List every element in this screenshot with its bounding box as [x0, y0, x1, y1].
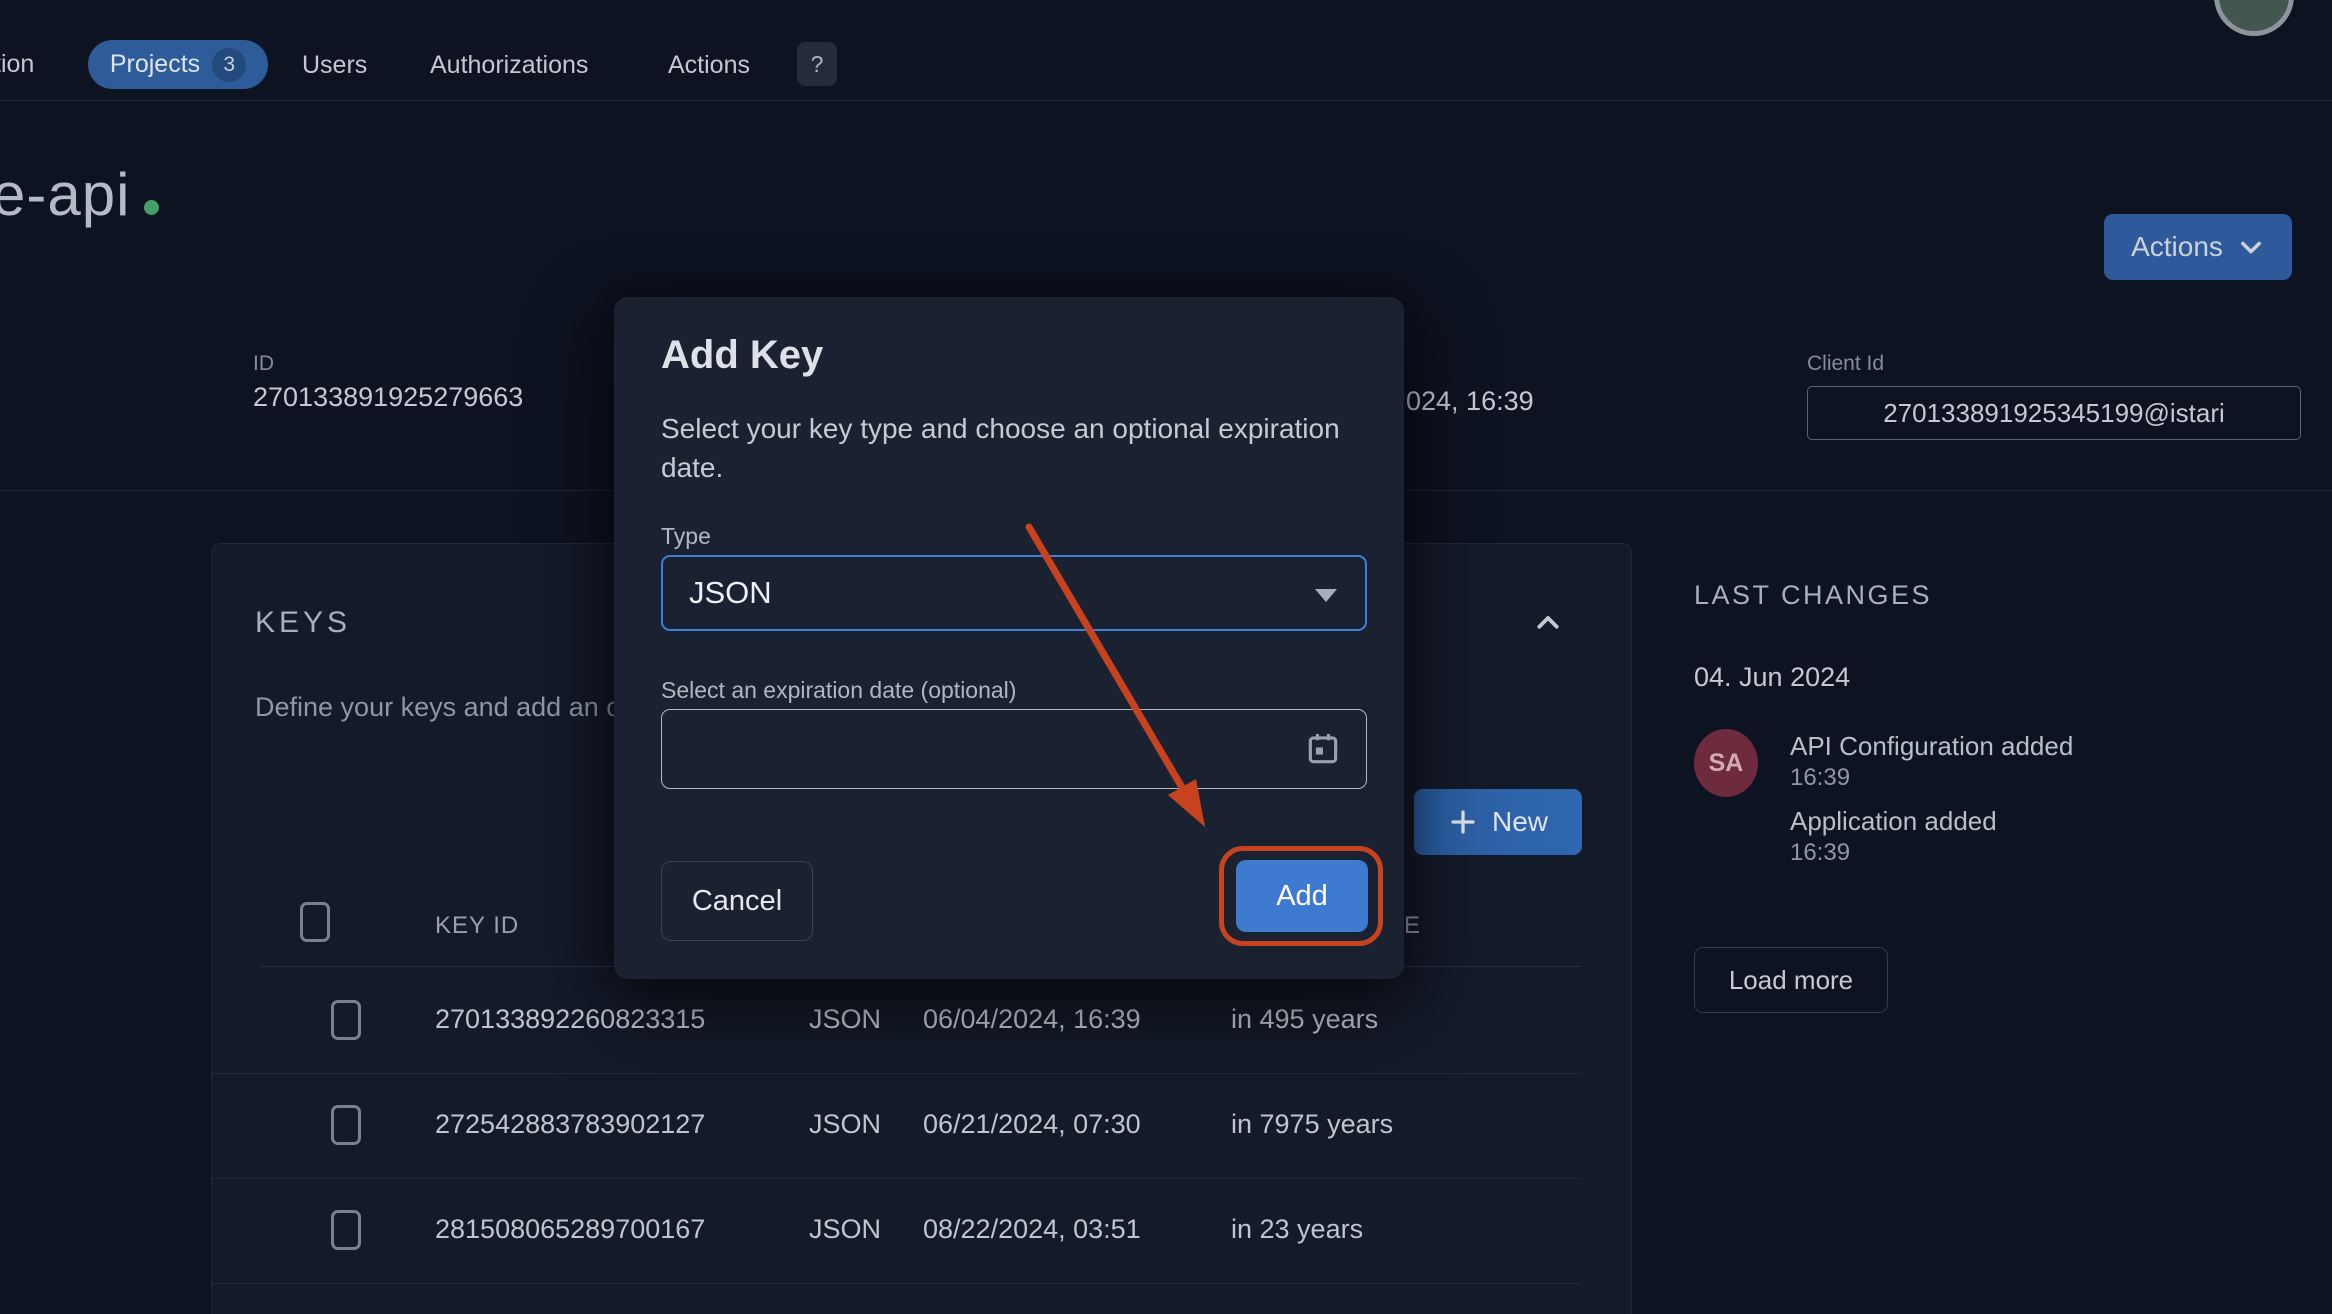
- top-nav: tion Projects 3 Users Authorizations Act…: [0, 0, 2332, 101]
- keys-panel-title: KEYS: [255, 606, 351, 640]
- expiration-date-input[interactable]: [661, 709, 1367, 789]
- user-avatar[interactable]: [2214, 0, 2294, 36]
- load-more-button[interactable]: Load more: [1694, 947, 1888, 1013]
- calendar-icon[interactable]: [1304, 730, 1342, 768]
- add-key-modal: Add Key Select your key type and choose …: [614, 297, 1404, 979]
- cell-expires: in 495 years: [1231, 1004, 1378, 1035]
- nav-item-authorizations[interactable]: Authorizations: [430, 51, 588, 80]
- cell-expires: in 23 years: [1231, 1214, 1363, 1245]
- cell-created: 06/04/2024, 16:39: [923, 1004, 1141, 1035]
- cancel-label: Cancel: [692, 885, 782, 918]
- avatar: SA: [1694, 729, 1758, 797]
- chevron-down-icon: [2237, 233, 2265, 261]
- change-entry-title: Application added: [1790, 806, 1997, 837]
- plus-icon: [1448, 807, 1478, 837]
- client-id-label: Client Id: [1807, 352, 1884, 376]
- last-changes-date: 04. Jun 2024: [1694, 662, 1850, 693]
- new-key-label: New: [1492, 806, 1548, 838]
- nav-item-actions[interactable]: Actions: [668, 51, 750, 80]
- app-root: tion Projects 3 Users Authorizations Act…: [0, 0, 2332, 1314]
- key-id-column-header: KEY ID: [435, 912, 519, 940]
- row-checkbox[interactable]: [331, 1000, 361, 1040]
- type-select-value: JSON: [689, 575, 772, 611]
- keys-panel-subtitle: Define your keys and add an o: [255, 692, 621, 723]
- change-entry-time: 16:39: [1790, 839, 1850, 867]
- last-changes-title: LAST CHANGES: [1694, 580, 1932, 611]
- type-select[interactable]: JSON: [661, 555, 1367, 631]
- cell-created: 08/22/2024, 03:51: [923, 1214, 1141, 1245]
- cell-key-id: 270133892260823315: [435, 1004, 705, 1035]
- cell-key-id: 281508065289700167: [435, 1214, 705, 1245]
- table-row: 281508065289700167 JSON 08/22/2024, 03:51 i…: [212, 1178, 1581, 1284]
- id-value: 270133891925279663: [253, 382, 523, 413]
- collapse-chevron-up-icon[interactable]: [1528, 608, 1568, 638]
- cell-type: JSON: [809, 1214, 881, 1245]
- expiration-column-header-fragment: E: [1404, 912, 1421, 940]
- nav-projects-label: Projects: [110, 50, 200, 79]
- page-actions-button[interactable]: Actions: [2104, 214, 2292, 280]
- load-more-label: Load more: [1729, 965, 1853, 996]
- page-actions-label: Actions: [2131, 231, 2223, 263]
- expiration-date-label: Select an expiration date (optional): [661, 677, 1016, 704]
- page-title: e-api: [0, 160, 130, 229]
- add-button[interactable]: Add: [1236, 860, 1368, 932]
- cell-expires: in 7975 years: [1231, 1109, 1393, 1140]
- client-id-value-box[interactable]: 270133891925345199@istari: [1807, 386, 2301, 440]
- type-label: Type: [661, 523, 711, 550]
- table-row: 272542883783902127 JSON 06/21/2024, 07:30 i…: [212, 1073, 1581, 1179]
- nav-item-fragment[interactable]: tion: [0, 50, 34, 79]
- cancel-button[interactable]: Cancel: [661, 861, 813, 941]
- modal-description: Select your key type and choose an optio…: [661, 409, 1361, 487]
- add-label: Add: [1276, 880, 1328, 913]
- created-date-fragment: 024, 16:39: [1406, 386, 1534, 417]
- select-all-checkbox[interactable]: [300, 902, 330, 942]
- change-entry-time: 16:39: [1790, 764, 1850, 792]
- cell-type: JSON: [809, 1004, 881, 1035]
- help-button[interactable]: ?: [797, 42, 837, 86]
- modal-title: Add Key: [661, 333, 823, 378]
- projects-count-badge: 3: [212, 48, 246, 82]
- nav-item-users[interactable]: Users: [302, 51, 367, 80]
- client-id-value: 270133891925345199@istari: [1883, 398, 2225, 429]
- new-key-button[interactable]: New: [1414, 789, 1582, 855]
- cell-created: 06/21/2024, 07:30: [923, 1109, 1141, 1140]
- select-caret-icon: [1315, 589, 1337, 602]
- change-entry-title: API Configuration added: [1790, 731, 2073, 762]
- id-label: ID: [253, 352, 274, 376]
- table-row: 270133892260823315 JSON 06/04/2024, 16:39 i…: [212, 968, 1581, 1074]
- row-checkbox[interactable]: [331, 1210, 361, 1250]
- nav-item-projects[interactable]: Projects 3: [88, 40, 268, 89]
- status-dot: [144, 200, 159, 215]
- cell-key-id: 272542883783902127: [435, 1109, 705, 1140]
- row-checkbox[interactable]: [331, 1105, 361, 1145]
- cell-type: JSON: [809, 1109, 881, 1140]
